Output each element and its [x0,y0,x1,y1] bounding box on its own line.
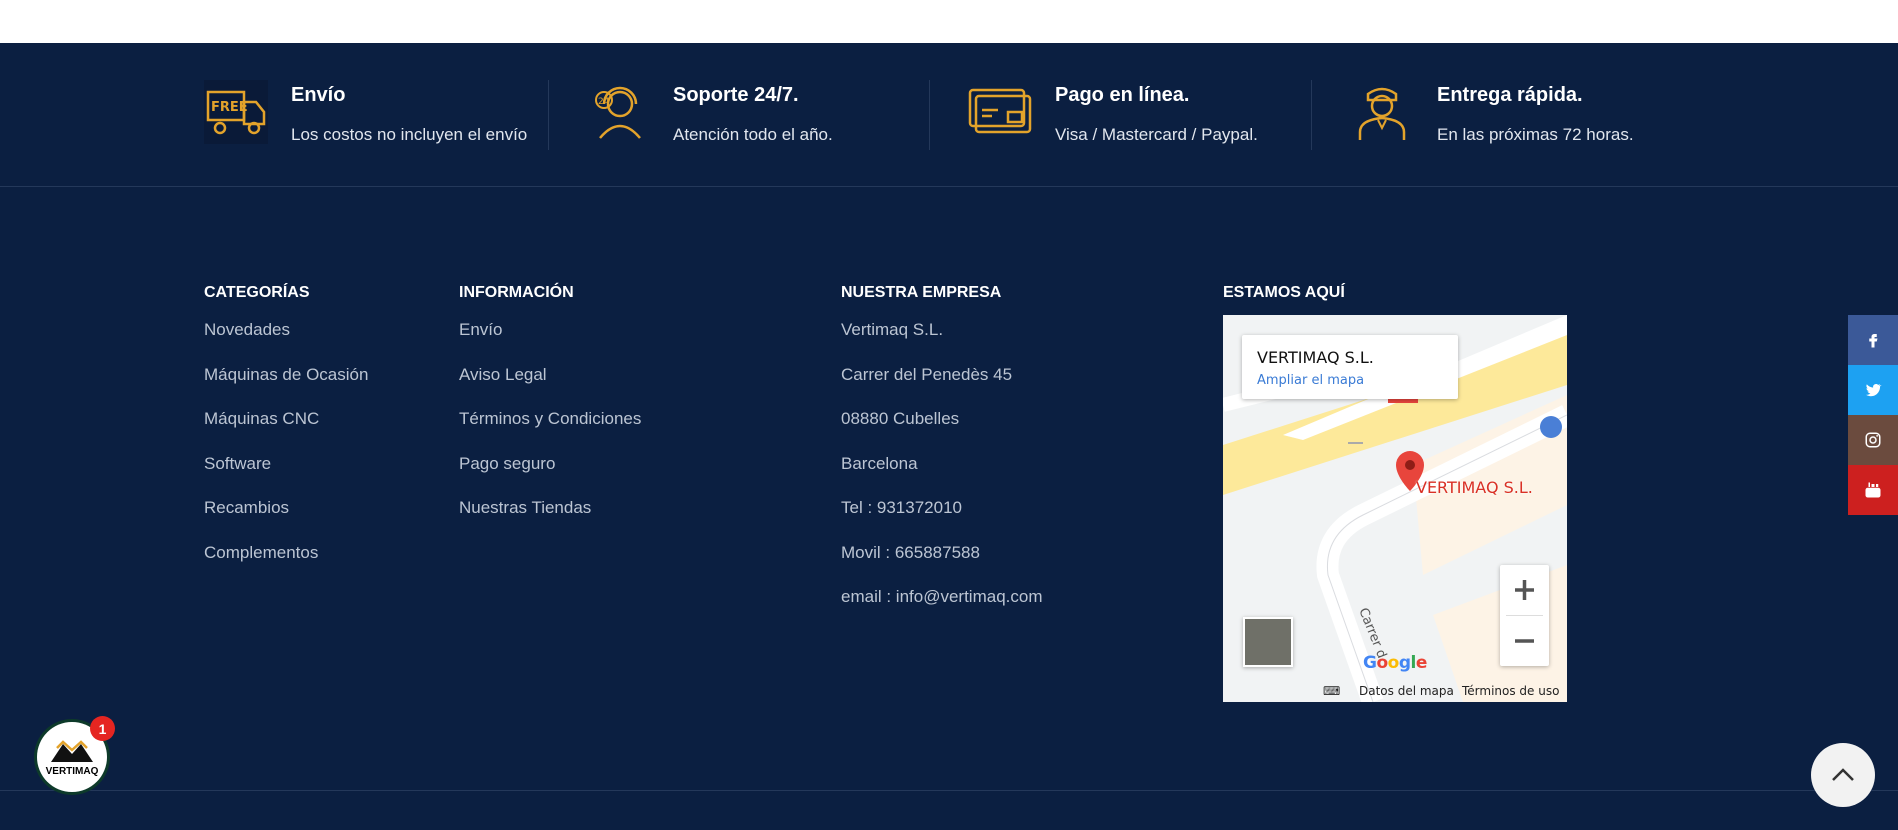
zoom-out-button[interactable] [1500,616,1549,666]
youtube-icon [1865,482,1881,498]
mountain-logo-icon [51,739,93,762]
zoom-in-button[interactable] [1500,565,1549,615]
terms-of-use-link[interactable]: Términos de uso [1462,684,1559,698]
free-delivery-truck-icon: FREE [204,80,268,144]
youtube-button[interactable] [1848,465,1898,515]
information-heading: INFORMACIÓN [459,284,574,301]
delivery-person-icon [1358,87,1406,140]
notification-count-badge: 1 [90,716,115,741]
map-info-card: VERTIMAQ S.L. Ampliar el mapa [1242,335,1458,399]
enlarge-map-link[interactable]: Ampliar el mapa [1257,373,1364,388]
information-link[interactable]: Términos y Condiciones [459,409,641,454]
information-link[interactable]: Aviso Legal [459,365,641,410]
satellite-view-toggle[interactable] [1243,617,1293,667]
company-mobile: Movil : 665887588 [841,542,980,562]
category-link[interactable]: Máquinas de Ocasión [204,365,368,410]
company-column: NUESTRA EMPRESA Vertimaq S.L. Carrer del… [841,284,1043,632]
site-footer: FREE Envío Los costos no incluyen el env… [0,43,1898,830]
feature-subtitle: Visa / Mastercard / Paypal. [1055,125,1258,144]
information-link[interactable]: Pago seguro [459,454,641,499]
facebook-icon [1869,334,1878,348]
instagram-icon [1865,432,1881,448]
feature-title: Envío [291,84,346,106]
svg-text:FREE: FREE [211,100,248,115]
google-logo: Google [1363,653,1427,673]
map-attribution: ⌨ Datos del mapa Términos de uso [1223,680,1567,702]
map-place-name: VERTIMAQ S.L. [1257,348,1374,367]
category-link[interactable]: Software [204,454,368,499]
bottom-divider [0,790,1898,791]
categories-column: CATEGORÍAS Novedades Máquinas de Ocasión… [204,284,368,587]
company-heading: NUESTRA EMPRESA [841,284,1002,301]
company-city: Barcelona [841,453,918,473]
company-email[interactable]: email : info@vertimaq.com [841,587,1043,632]
map-data-link[interactable]: Datos del mapa [1359,684,1454,698]
facebook-button[interactable] [1848,315,1898,365]
top-white-bar [0,0,1898,43]
feature-subtitle: Atención todo el año. [673,125,833,144]
twitter-icon [1865,383,1882,397]
information-column: INFORMACIÓN Envío Aviso Legal Términos y… [459,284,641,543]
map-heading: ESTAMOS AQUÍ [1223,284,1345,301]
category-link[interactable]: Novedades [204,320,368,365]
information-link[interactable]: Nuestras Tiendas [459,498,641,543]
category-link[interactable]: Máquinas CNC [204,409,368,454]
category-link[interactable]: Recambios [204,498,368,543]
feature-divider [1311,80,1312,150]
feature-title: Soporte 24/7. [673,84,799,106]
company-address: Carrer del Penedès 45 [841,364,1013,384]
support-headset-icon: 24 [595,86,641,139]
company-name: Vertimaq S.L. [841,320,944,339]
categories-heading: CATEGORÍAS [204,284,310,301]
company-postcode: 08880 Cubelles [841,409,960,428]
embedded-map[interactable]: Carrer d VERTIMAQ S.L. VERTIMAQ S.L. Amp… [1223,315,1567,702]
map-zoom-controls [1500,565,1549,666]
scroll-to-top-button[interactable] [1811,743,1875,807]
feature-subtitle: Los costos no incluyen el envío [291,125,528,144]
feature-title: Entrega rápida. [1437,84,1583,106]
features-row: FREE Envío Los costos no incluyen el env… [0,43,1898,187]
feature-subtitle: En las próximas 72 horas. [1437,125,1634,144]
information-link[interactable]: Envío [459,320,641,365]
chevron-up-icon [1832,768,1854,781]
instagram-button[interactable] [1848,415,1898,465]
category-link[interactable]: Complementos [204,543,368,588]
company-phone: Tel : 931372010 [841,498,962,517]
svg-text:24: 24 [598,97,610,107]
map-pin-label: VERTIMAQ S.L. [1416,478,1533,497]
feature-divider [548,80,549,150]
feature-divider [929,80,930,150]
twitter-button[interactable] [1848,365,1898,415]
feature-title: Pago en línea. [1055,84,1190,106]
keyboard-shortcuts-icon[interactable]: ⌨ [1323,684,1340,698]
credit-card-icon [968,88,1032,134]
chat-widget-brand: VERTIMAQ [45,765,99,777]
